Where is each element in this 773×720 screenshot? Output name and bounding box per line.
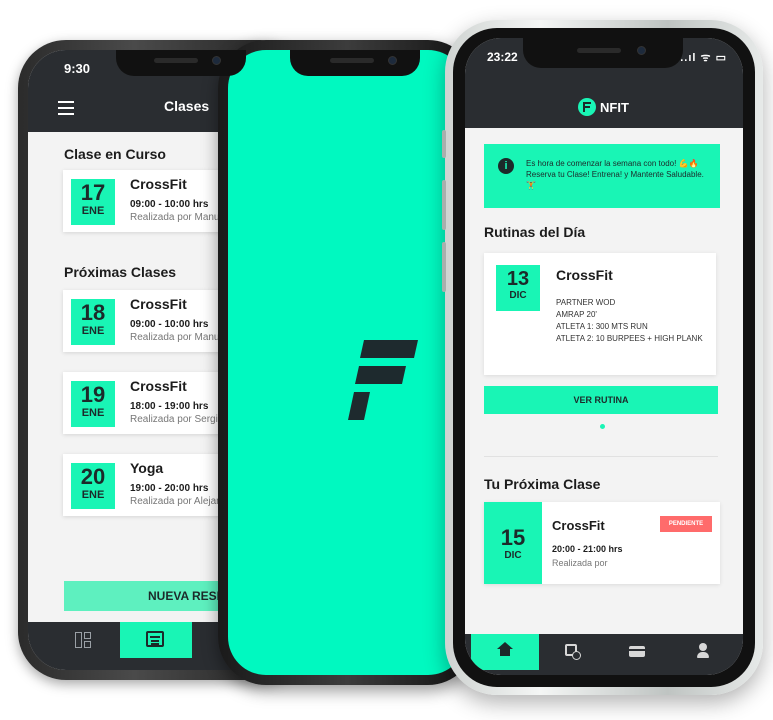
dashboard-icon	[75, 632, 91, 648]
date-day: 17	[80, 180, 106, 205]
status-icons: ..ıl ᯤ ▭	[680, 52, 727, 64]
card-icon	[629, 646, 645, 657]
status-time: 23:22	[487, 50, 518, 64]
date-box: 13 DIC	[496, 265, 540, 311]
tab-home[interactable]	[471, 634, 539, 670]
next-class-title: Tu Próxima Clase	[484, 476, 601, 492]
date-box: 15 DIC	[484, 502, 542, 584]
tab-schedule[interactable]	[537, 634, 605, 670]
routines-title: Rutinas del Día	[484, 224, 586, 240]
date-month: ENE	[81, 407, 105, 419]
user-icon	[697, 643, 709, 659]
class-instructor: Realizada por Alejand	[130, 496, 228, 507]
class-instructor: Realizada por Manue	[130, 212, 226, 223]
notch	[116, 50, 246, 76]
notice-banner: i Es hora de comenzar la semana con todo…	[484, 144, 720, 208]
date-box: 18 ENE	[71, 299, 115, 345]
nfit-logo-icon	[578, 98, 596, 116]
upcoming-classes-title: Próximas Clases	[64, 264, 177, 280]
volume-up-button	[442, 180, 446, 230]
next-class-card[interactable]: 15 DIC CrossFit PENDIENTE 20:00 - 21:00 …	[484, 502, 720, 584]
date-month: ENE	[81, 205, 105, 217]
routine-description: PARTNER WOD AMRAP 20' ATLETA 1: 300 MTS …	[556, 297, 703, 345]
phone-home: 23:22 ..ıl ᯤ ▭ NFIT i Es hora de comenza…	[442, 20, 763, 695]
view-routine-button[interactable]: VER RUTINA	[484, 386, 718, 414]
date-day: 13	[506, 268, 530, 290]
date-month: ENE	[81, 325, 105, 337]
routine-name: CrossFit	[556, 267, 613, 283]
class-instructor: Realizada por Manue	[130, 332, 226, 343]
date-box: 17 ENE	[71, 179, 115, 225]
tab-bar	[465, 634, 743, 675]
page-title: Clases	[164, 98, 210, 114]
notch	[290, 50, 420, 76]
notch	[523, 38, 683, 68]
class-name: CrossFit	[552, 518, 605, 533]
tab-profile[interactable]	[669, 634, 737, 670]
status-time: 9:30	[64, 61, 91, 76]
class-time: 09:00 - 10:00 hrs	[130, 199, 209, 210]
tab-payments[interactable]	[603, 634, 671, 670]
class-name: CrossFit	[130, 296, 187, 312]
routine-line: ATLETA 2: 10 BURPEES + HIGH PLANK	[556, 334, 703, 343]
home-icon	[497, 642, 513, 658]
divider	[484, 456, 718, 457]
class-name: CrossFit	[130, 378, 187, 394]
status-badge: PENDIENTE	[660, 516, 712, 532]
class-name: Yoga	[130, 460, 164, 476]
home-screen: 23:22 ..ıl ᯤ ▭ NFIT i Es hora de comenza…	[465, 38, 743, 675]
class-time: 18:00 - 19:00 hrs	[130, 401, 209, 412]
class-time: 19:00 - 20:00 hrs	[130, 483, 209, 494]
class-instructor: Realizada por	[552, 558, 608, 568]
class-name: CrossFit	[130, 176, 187, 192]
mute-switch	[442, 130, 446, 158]
date-box: 19 ENE	[71, 381, 115, 427]
tab-dashboard[interactable]	[48, 622, 120, 658]
date-month: DIC	[504, 550, 522, 561]
class-time: 20:00 - 21:00 hrs	[552, 544, 623, 554]
brand-name: NFIT	[600, 100, 629, 115]
tab-calendar[interactable]	[120, 622, 192, 658]
date-month: DIC	[509, 290, 527, 301]
date-day: 15	[500, 525, 526, 550]
date-month: ENE	[81, 489, 105, 501]
nfit-logo-icon	[348, 340, 418, 420]
date-day: 19	[80, 382, 106, 407]
date-day: 20	[80, 464, 106, 489]
mockup-stage: 9:30 Clases Clase en Curso 17 ENE CrossF…	[0, 0, 773, 720]
current-class-title: Clase en Curso	[64, 146, 166, 162]
routine-line: ATLETA 1: 300 MTS RUN	[556, 322, 648, 331]
routine-line: AMRAP 20'	[556, 310, 597, 319]
calendar-clock-icon	[565, 644, 581, 660]
date-day: 18	[80, 300, 106, 325]
routine-line: PARTNER WOD	[556, 298, 616, 307]
menu-icon[interactable]	[58, 101, 74, 119]
splash-screen	[228, 50, 466, 675]
date-box: 20 ENE	[71, 463, 115, 509]
routine-card[interactable]: 13 DIC CrossFit PARTNER WOD AMRAP 20' AT…	[484, 253, 716, 375]
class-instructor: Realizada por Sergio	[130, 414, 224, 425]
carousel-indicator[interactable]	[600, 424, 605, 429]
volume-down-button	[442, 242, 446, 292]
info-icon: i	[498, 158, 514, 174]
phone-splash	[218, 40, 476, 685]
calendar-icon	[146, 631, 164, 647]
notice-text: Es hora de comenzar la semana con todo! …	[526, 159, 704, 190]
class-time: 09:00 - 10:00 hrs	[130, 319, 209, 330]
